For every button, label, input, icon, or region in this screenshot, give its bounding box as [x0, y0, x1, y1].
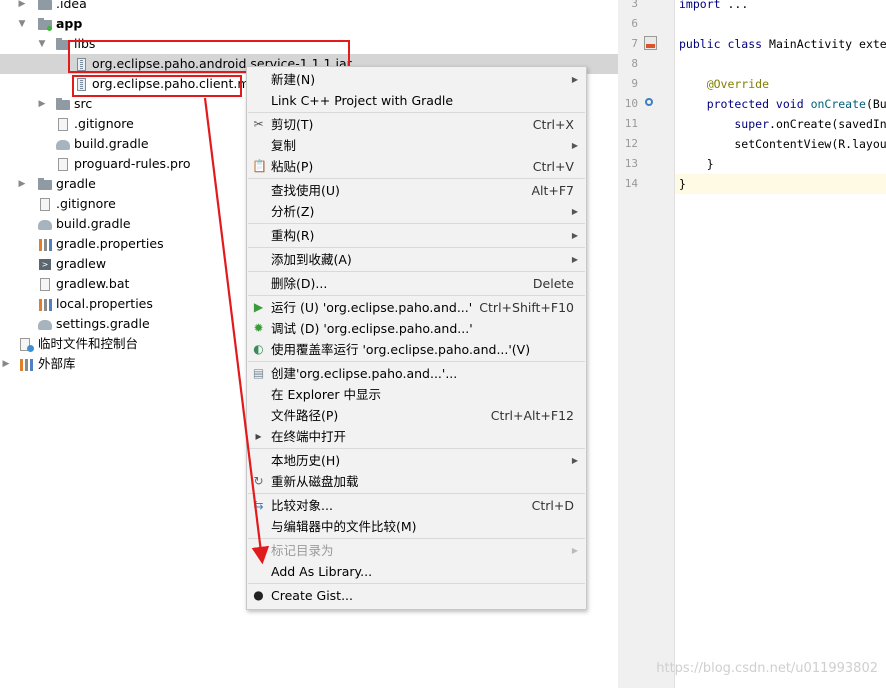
annotation-arrow: [203, 97, 270, 565]
annotation-arrow-line: [203, 97, 270, 565]
